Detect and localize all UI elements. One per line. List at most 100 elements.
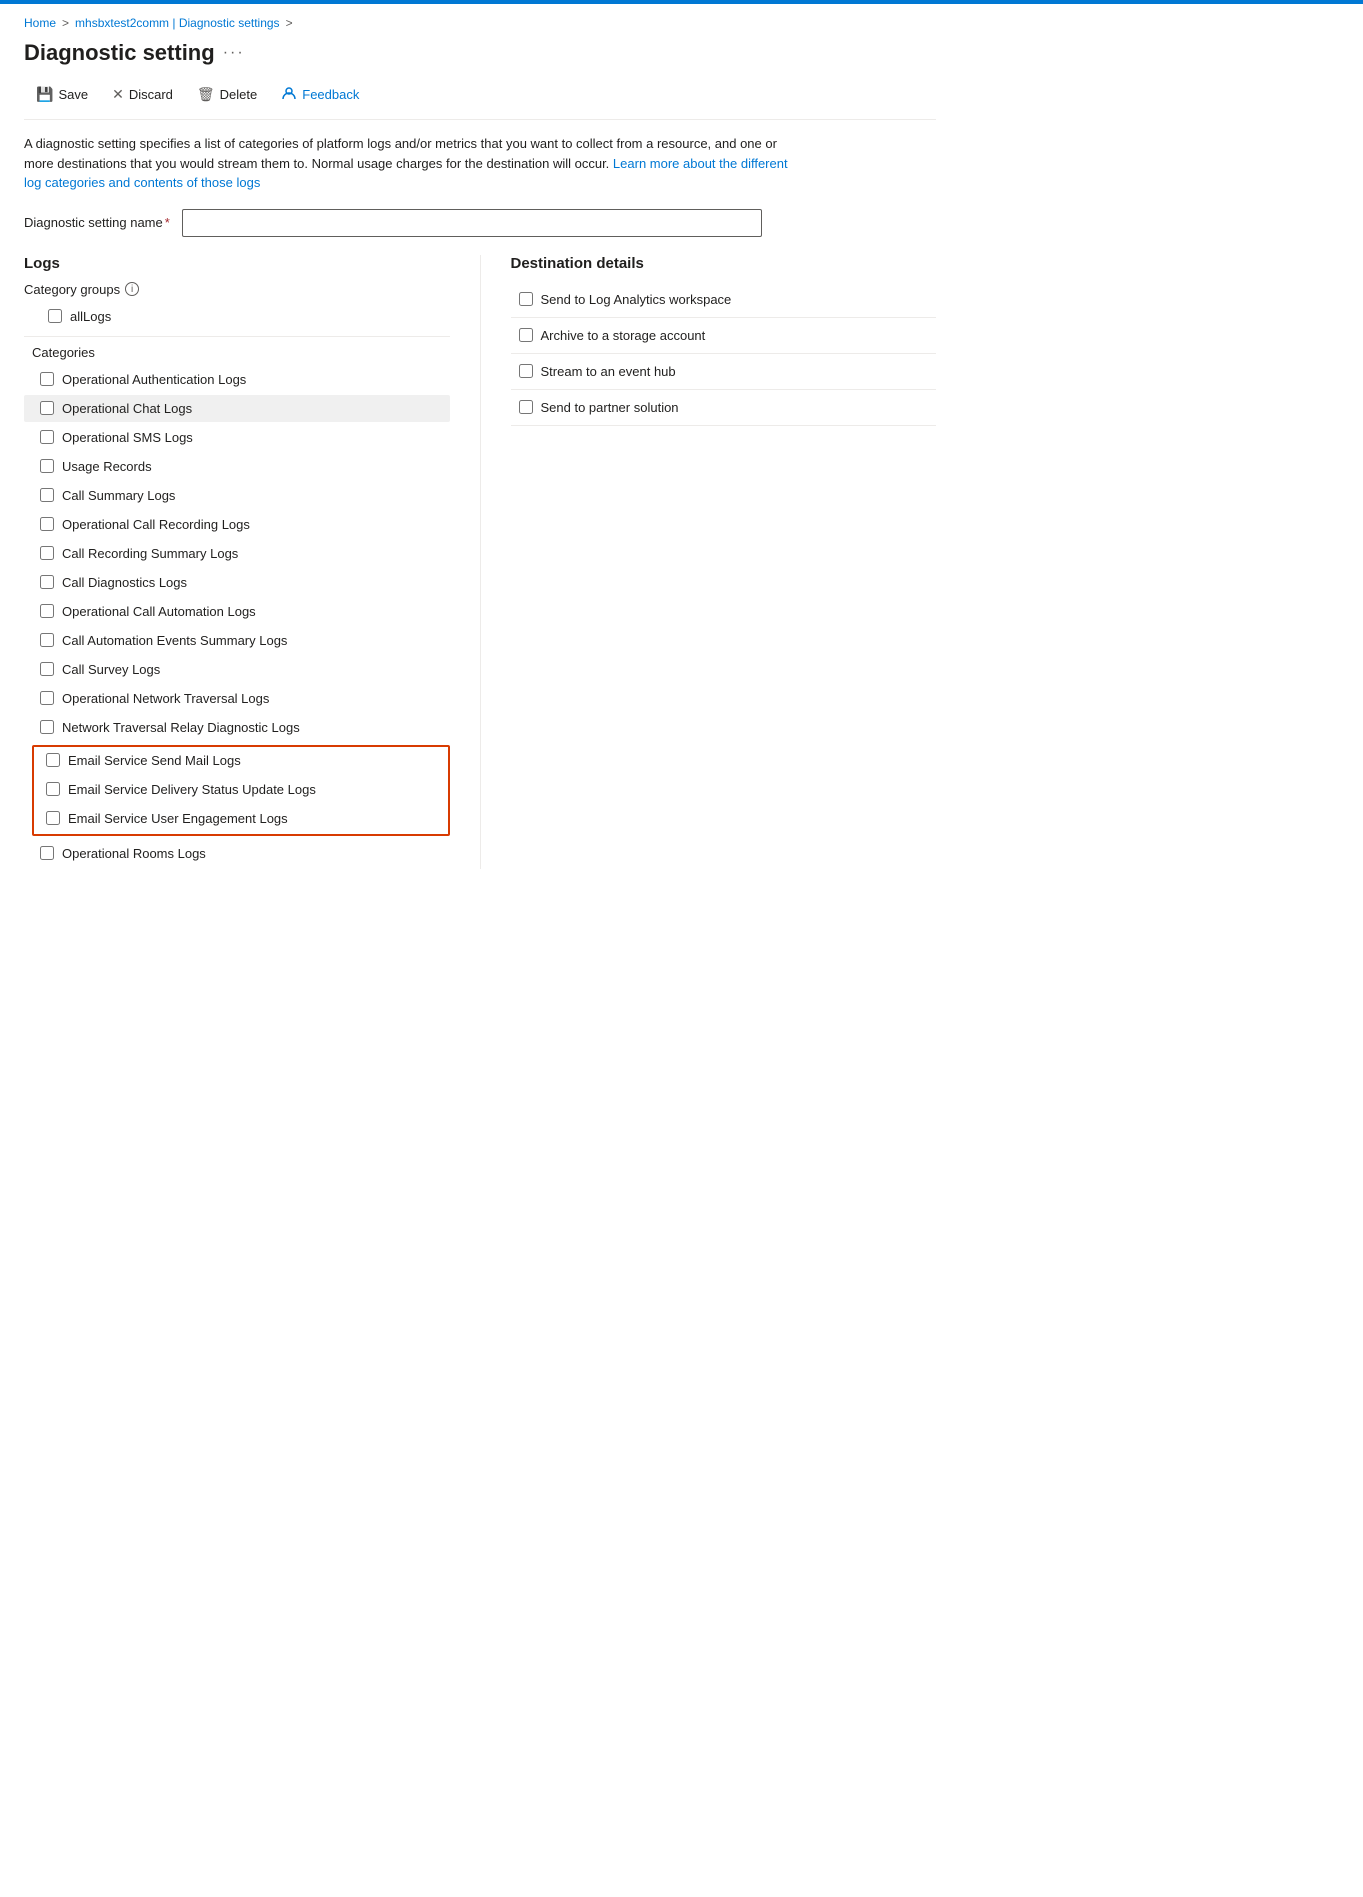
destination-column: Destination details Send to Log Analytic…	[481, 255, 937, 426]
nettraversal-checkbox[interactable]	[40, 691, 54, 705]
callsurvey-checkbox[interactable]	[40, 662, 54, 676]
required-marker: *	[165, 215, 170, 230]
discard-icon: ✕	[112, 86, 124, 103]
callautosummary-checkbox[interactable]	[40, 633, 54, 647]
info-icon[interactable]: i	[125, 282, 139, 296]
save-icon: 💾	[36, 86, 53, 103]
dest-eventhub[interactable]: Stream to an event hub	[511, 354, 937, 390]
save-button[interactable]: 💾 Save	[24, 81, 100, 108]
description: A diagnostic setting specifies a list of…	[24, 134, 804, 193]
rooms-checkbox[interactable]	[40, 846, 54, 860]
usage-checkbox[interactable]	[40, 459, 54, 473]
callrecsummary-checkbox[interactable]	[40, 546, 54, 560]
callrecsummary-label: Call Recording Summary Logs	[62, 546, 238, 561]
list-item[interactable]: Operational Authentication Logs	[24, 366, 450, 393]
chat-label: Operational Chat Logs	[62, 401, 192, 416]
list-item[interactable]: Email Service Send Mail Logs	[34, 747, 448, 774]
eventhub-checkbox[interactable]	[519, 364, 533, 378]
diagnostic-setting-name-row: Diagnostic setting name*	[24, 209, 936, 237]
rooms-label: Operational Rooms Logs	[62, 846, 206, 861]
list-item[interactable]: Operational Rooms Logs	[24, 840, 450, 867]
delete-label: Delete	[220, 87, 258, 102]
email-group-box: Email Service Send Mail Logs Email Servi…	[32, 745, 450, 836]
callrecording-checkbox[interactable]	[40, 517, 54, 531]
alllogs-label: allLogs	[70, 309, 111, 324]
netrelay-label: Network Traversal Relay Diagnostic Logs	[62, 720, 300, 735]
feedback-button[interactable]: Feedback	[269, 80, 371, 109]
emaildelivery-label: Email Service Delivery Status Update Log…	[68, 782, 316, 797]
dest-storage[interactable]: Archive to a storage account	[511, 318, 937, 354]
list-item[interactable]: Operational Call Recording Logs	[24, 511, 450, 538]
dest-partner[interactable]: Send to partner solution	[511, 390, 937, 426]
list-item[interactable]: Operational Call Automation Logs	[24, 598, 450, 625]
save-label: Save	[58, 87, 88, 102]
emailengagement-checkbox[interactable]	[46, 811, 60, 825]
calldiag-label: Call Diagnostics Logs	[62, 575, 187, 590]
category-groups-label: Category groups i	[24, 282, 450, 297]
storage-checkbox[interactable]	[519, 328, 533, 342]
auth-label: Operational Authentication Logs	[62, 372, 246, 387]
callsummary-label: Call Summary Logs	[62, 488, 175, 503]
callautosummary-label: Call Automation Events Summary Logs	[62, 633, 287, 648]
breadcrumb-sep2: >	[286, 16, 293, 30]
divider-after-groups	[24, 336, 450, 337]
list-item[interactable]: Call Recording Summary Logs	[24, 540, 450, 567]
logs-column: Logs Category groups i allLogs Categorie…	[24, 255, 481, 869]
chat-checkbox[interactable]	[40, 401, 54, 415]
breadcrumb-sep1: >	[62, 16, 69, 30]
auth-checkbox[interactable]	[40, 372, 54, 386]
partner-label: Send to partner solution	[541, 400, 679, 415]
dest-loganalytics[interactable]: Send to Log Analytics workspace	[511, 282, 937, 318]
breadcrumb-home[interactable]: Home	[24, 16, 56, 30]
storage-label: Archive to a storage account	[541, 328, 706, 343]
list-item[interactable]: Email Service Delivery Status Update Log…	[34, 776, 448, 803]
loganalytics-checkbox[interactable]	[519, 292, 533, 306]
list-item[interactable]: Call Automation Events Summary Logs	[24, 627, 450, 654]
breadcrumb: Home > mhsbxtest2comm | Diagnostic setti…	[24, 16, 936, 30]
list-item[interactable]: Operational SMS Logs	[24, 424, 450, 451]
page-title-ellipsis: ···	[223, 44, 245, 62]
toolbar: 💾 Save ✕ Discard 🗑 Delete Feedback	[24, 80, 936, 120]
callautomation-label: Operational Call Automation Logs	[62, 604, 256, 619]
emaildelivery-checkbox[interactable]	[46, 782, 60, 796]
calldiag-checkbox[interactable]	[40, 575, 54, 589]
list-item[interactable]: Call Summary Logs	[24, 482, 450, 509]
categories-label: Categories	[24, 345, 450, 360]
emailsend-label: Email Service Send Mail Logs	[68, 753, 241, 768]
delete-icon: 🗑	[197, 86, 215, 103]
main-content: Logs Category groups i allLogs Categorie…	[24, 255, 936, 869]
callsurvey-label: Call Survey Logs	[62, 662, 160, 677]
list-item[interactable]: Email Service User Engagement Logs	[34, 805, 448, 832]
callsummary-checkbox[interactable]	[40, 488, 54, 502]
feedback-icon	[281, 85, 297, 104]
page-title-text: Diagnostic setting	[24, 40, 215, 66]
list-item[interactable]: Operational Network Traversal Logs	[24, 685, 450, 712]
partner-checkbox[interactable]	[519, 400, 533, 414]
list-item[interactable]: Network Traversal Relay Diagnostic Logs	[24, 714, 450, 741]
list-item[interactable]: Usage Records	[24, 453, 450, 480]
sms-checkbox[interactable]	[40, 430, 54, 444]
delete-button[interactable]: 🗑 Delete	[185, 81, 269, 108]
loganalytics-label: Send to Log Analytics workspace	[541, 292, 732, 307]
eventhub-label: Stream to an event hub	[541, 364, 676, 379]
callautomation-checkbox[interactable]	[40, 604, 54, 618]
logs-section-header: Logs	[24, 255, 450, 272]
list-item[interactable]: Operational Chat Logs	[24, 395, 450, 422]
breadcrumb-resource[interactable]: mhsbxtest2comm | Diagnostic settings	[75, 16, 280, 30]
field-label: Diagnostic setting name*	[24, 215, 170, 230]
diagnostic-setting-name-input[interactable]	[182, 209, 762, 237]
callrecording-label: Operational Call Recording Logs	[62, 517, 250, 532]
usage-label: Usage Records	[62, 459, 152, 474]
list-item[interactable]: Call Survey Logs	[24, 656, 450, 683]
alllogs-item[interactable]: allLogs	[24, 305, 450, 328]
destination-section-header: Destination details	[511, 255, 937, 272]
emailsend-checkbox[interactable]	[46, 753, 60, 767]
discard-label: Discard	[129, 87, 173, 102]
page-title: Diagnostic setting ···	[24, 40, 936, 66]
discard-button[interactable]: ✕ Discard	[100, 81, 185, 108]
feedback-label: Feedback	[302, 87, 359, 102]
sms-label: Operational SMS Logs	[62, 430, 193, 445]
list-item[interactable]: Call Diagnostics Logs	[24, 569, 450, 596]
netrelay-checkbox[interactable]	[40, 720, 54, 734]
alllogs-checkbox[interactable]	[48, 309, 62, 323]
